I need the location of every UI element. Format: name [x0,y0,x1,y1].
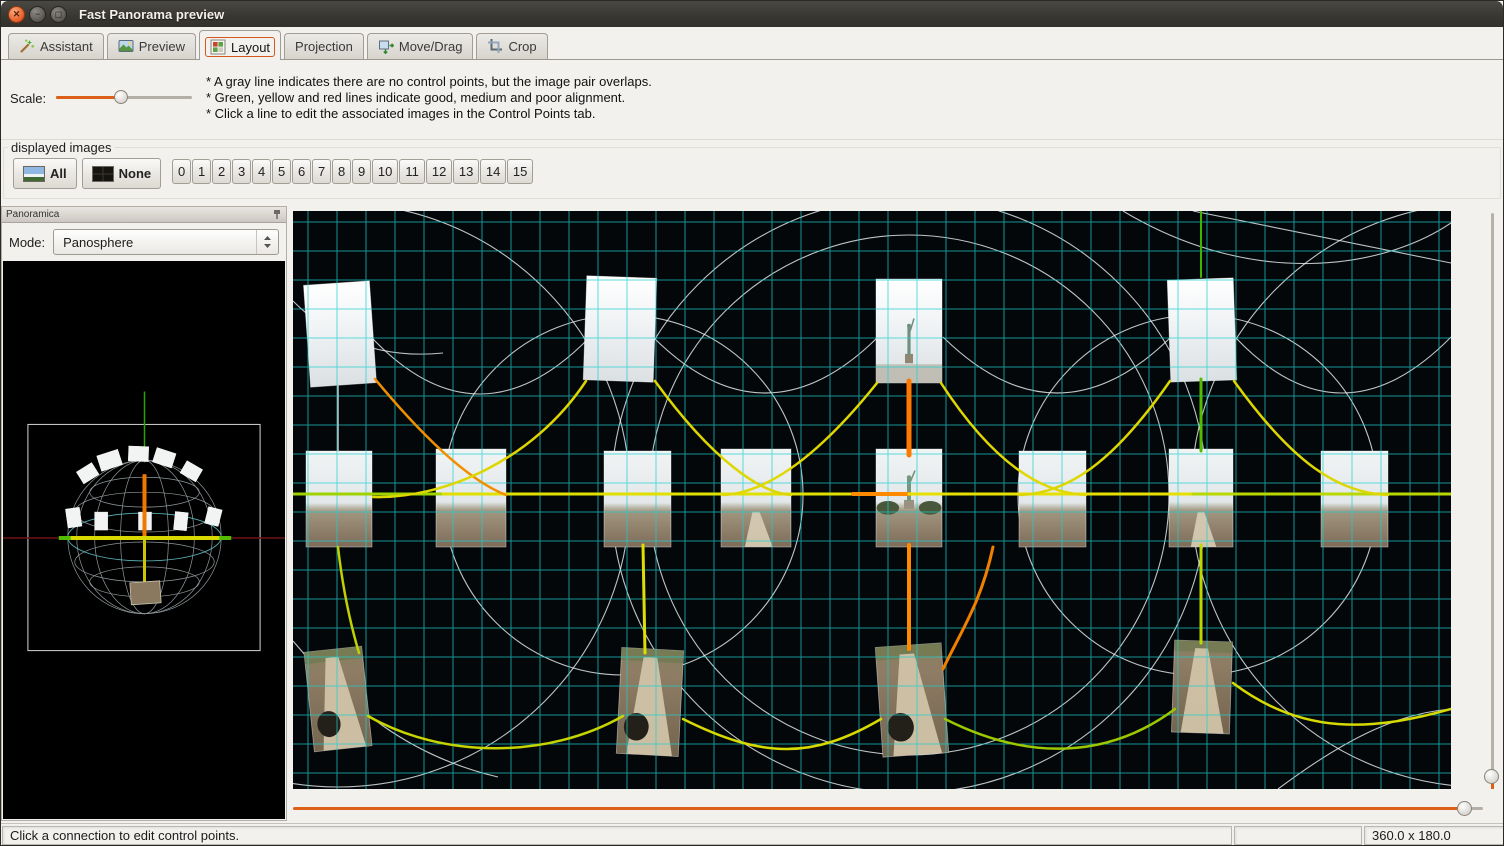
close-button[interactable]: ✕ [8,6,25,23]
scale-help-text: * A gray line indicates there are no con… [206,74,652,122]
image-thumbnail-sky[interactable] [583,276,657,382]
image-thumbnail-horizon[interactable] [1321,451,1388,547]
image-toggle-12[interactable]: 12 [426,159,452,184]
image-toggle-5[interactable]: 5 [272,159,291,184]
tab-move-drag[interactable]: Move/Drag [367,33,474,59]
tab-assistant[interactable]: Assistant [8,33,104,59]
maximize-button[interactable]: ◻ [50,6,67,23]
image-toggle-11[interactable]: 11 [399,159,425,184]
tab-label: Assistant [40,39,93,54]
sphere-ground-thumbnail [130,581,161,605]
displayed-images-panel: displayed images All None 01234567891011… [3,147,1501,199]
show-none-button[interactable]: None [82,158,162,189]
show-all-button[interactable]: All [13,158,77,189]
window-title: Fast Panorama preview [79,7,224,22]
image-toggle-1[interactable]: 1 [192,159,211,184]
status-message: Click a connection to edit control point… [2,826,1232,845]
horizontal-slider-handle[interactable] [1457,801,1472,816]
image-toggle-13[interactable]: 13 [453,159,479,184]
image-toggle-0[interactable]: 0 [172,159,191,184]
image-thumbnail-horizon[interactable] [876,449,942,547]
panoramica-pane: Panoramica Mode: Panosphere [1,206,287,821]
image-toggle-9[interactable]: 9 [352,159,371,184]
scale-label: Scale: [10,91,46,106]
scale-slider-fill [56,96,121,99]
all-button-label: All [50,166,67,181]
image-thumbnail-ground[interactable] [875,643,949,757]
image-thumbnail-horizon[interactable] [1019,451,1086,547]
tab-bar: Assistant Preview Layout Projection [1,27,1503,60]
titlebar[interactable]: ✕ − ◻ Fast Panorama preview [1,1,1503,27]
fast-panorama-preview-window: ✕ − ◻ Fast Panorama preview Assistant Pr… [0,0,1504,846]
image-thumbnail-ground[interactable] [616,647,683,756]
image-toggle-7[interactable]: 7 [312,159,331,184]
tab-crop[interactable]: Crop [476,33,547,59]
all-images-icon [23,166,45,182]
image-toggle-6[interactable]: 6 [292,159,311,184]
image-thumbnail-horizon[interactable] [721,449,791,547]
move-drag-icon [378,38,394,54]
image-toggle-10[interactable]: 10 [372,159,398,184]
tab-label: Projection [295,39,353,54]
image-toggle-4[interactable]: 4 [252,159,271,184]
tab-label: Crop [508,39,536,54]
tab-label: Move/Drag [399,39,463,54]
image-toggle-15[interactable]: 15 [507,159,533,184]
close-icon: ✕ [13,10,21,19]
no-images-icon [92,166,114,182]
image-thumbnail-ground[interactable] [1171,640,1232,734]
image-toggle-8[interactable]: 8 [332,159,351,184]
scale-slider[interactable] [56,90,192,105]
assistant-wand-icon [19,38,35,54]
crop-icon [487,38,503,54]
minimize-button[interactable]: − [29,6,46,23]
help-line: * Click a line to edit the associated im… [206,106,652,122]
tab-projection[interactable]: Projection [284,33,364,59]
mode-dropdown[interactable]: Panosphere [53,229,279,255]
connection-line[interactable] [643,545,645,653]
pane-title: Panoramica [6,209,59,220]
scale-slider-handle[interactable] [114,90,128,104]
panosphere-view[interactable] [3,261,285,819]
tab-preview[interactable]: Preview [107,33,196,59]
help-line: * A gray line indicates there are no con… [206,74,652,90]
tab-label: Layout [231,40,270,55]
horizontal-slider-track-end [1471,807,1483,810]
image-thumbnail-ground[interactable] [304,646,372,752]
preview-photo-icon [118,38,134,54]
pano-dimensions: 360.0 x 180.0 [1364,826,1504,845]
panosphere-svg [3,261,285,819]
layout-canvas-area[interactable] [293,211,1451,789]
image-toggle-3[interactable]: 3 [232,159,251,184]
mode-label: Mode: [9,235,45,250]
tab-label: Preview [139,39,185,54]
image-toggle-2[interactable]: 2 [212,159,231,184]
image-toggle-row: 0123456789101112131415 [172,159,533,184]
dropdown-arrows-icon [256,230,278,254]
pin-icon[interactable] [272,209,282,221]
horizontal-slider-track[interactable] [293,807,1459,810]
image-toggle-14[interactable]: 14 [480,159,506,184]
pane-header[interactable]: Panoramica [2,207,286,223]
vertical-slider-handle[interactable] [1484,769,1499,784]
image-thumbnail-horizon[interactable] [1169,449,1233,547]
layout-canvas[interactable] [293,211,1451,789]
maximize-icon: ◻ [55,10,62,19]
mode-value: Panosphere [63,235,133,250]
displayed-images-label: displayed images [8,140,114,155]
tab-layout[interactable]: Layout [199,30,281,60]
vertical-slider-track[interactable] [1491,213,1494,787]
status-cell-secondary [1234,826,1362,845]
help-line: * Green, yellow and red lines indicate g… [206,90,652,106]
layout-grid-icon [210,39,226,55]
minimize-icon: − [35,10,40,19]
none-button-label: None [119,166,152,181]
status-bar: Click a connection to edit control point… [1,823,1504,846]
image-thumbnail-horizon[interactable] [604,451,671,547]
scale-panel: Scale: * A gray line indicates there are… [1,60,1503,140]
image-thumbnail-horizon[interactable] [306,451,372,547]
